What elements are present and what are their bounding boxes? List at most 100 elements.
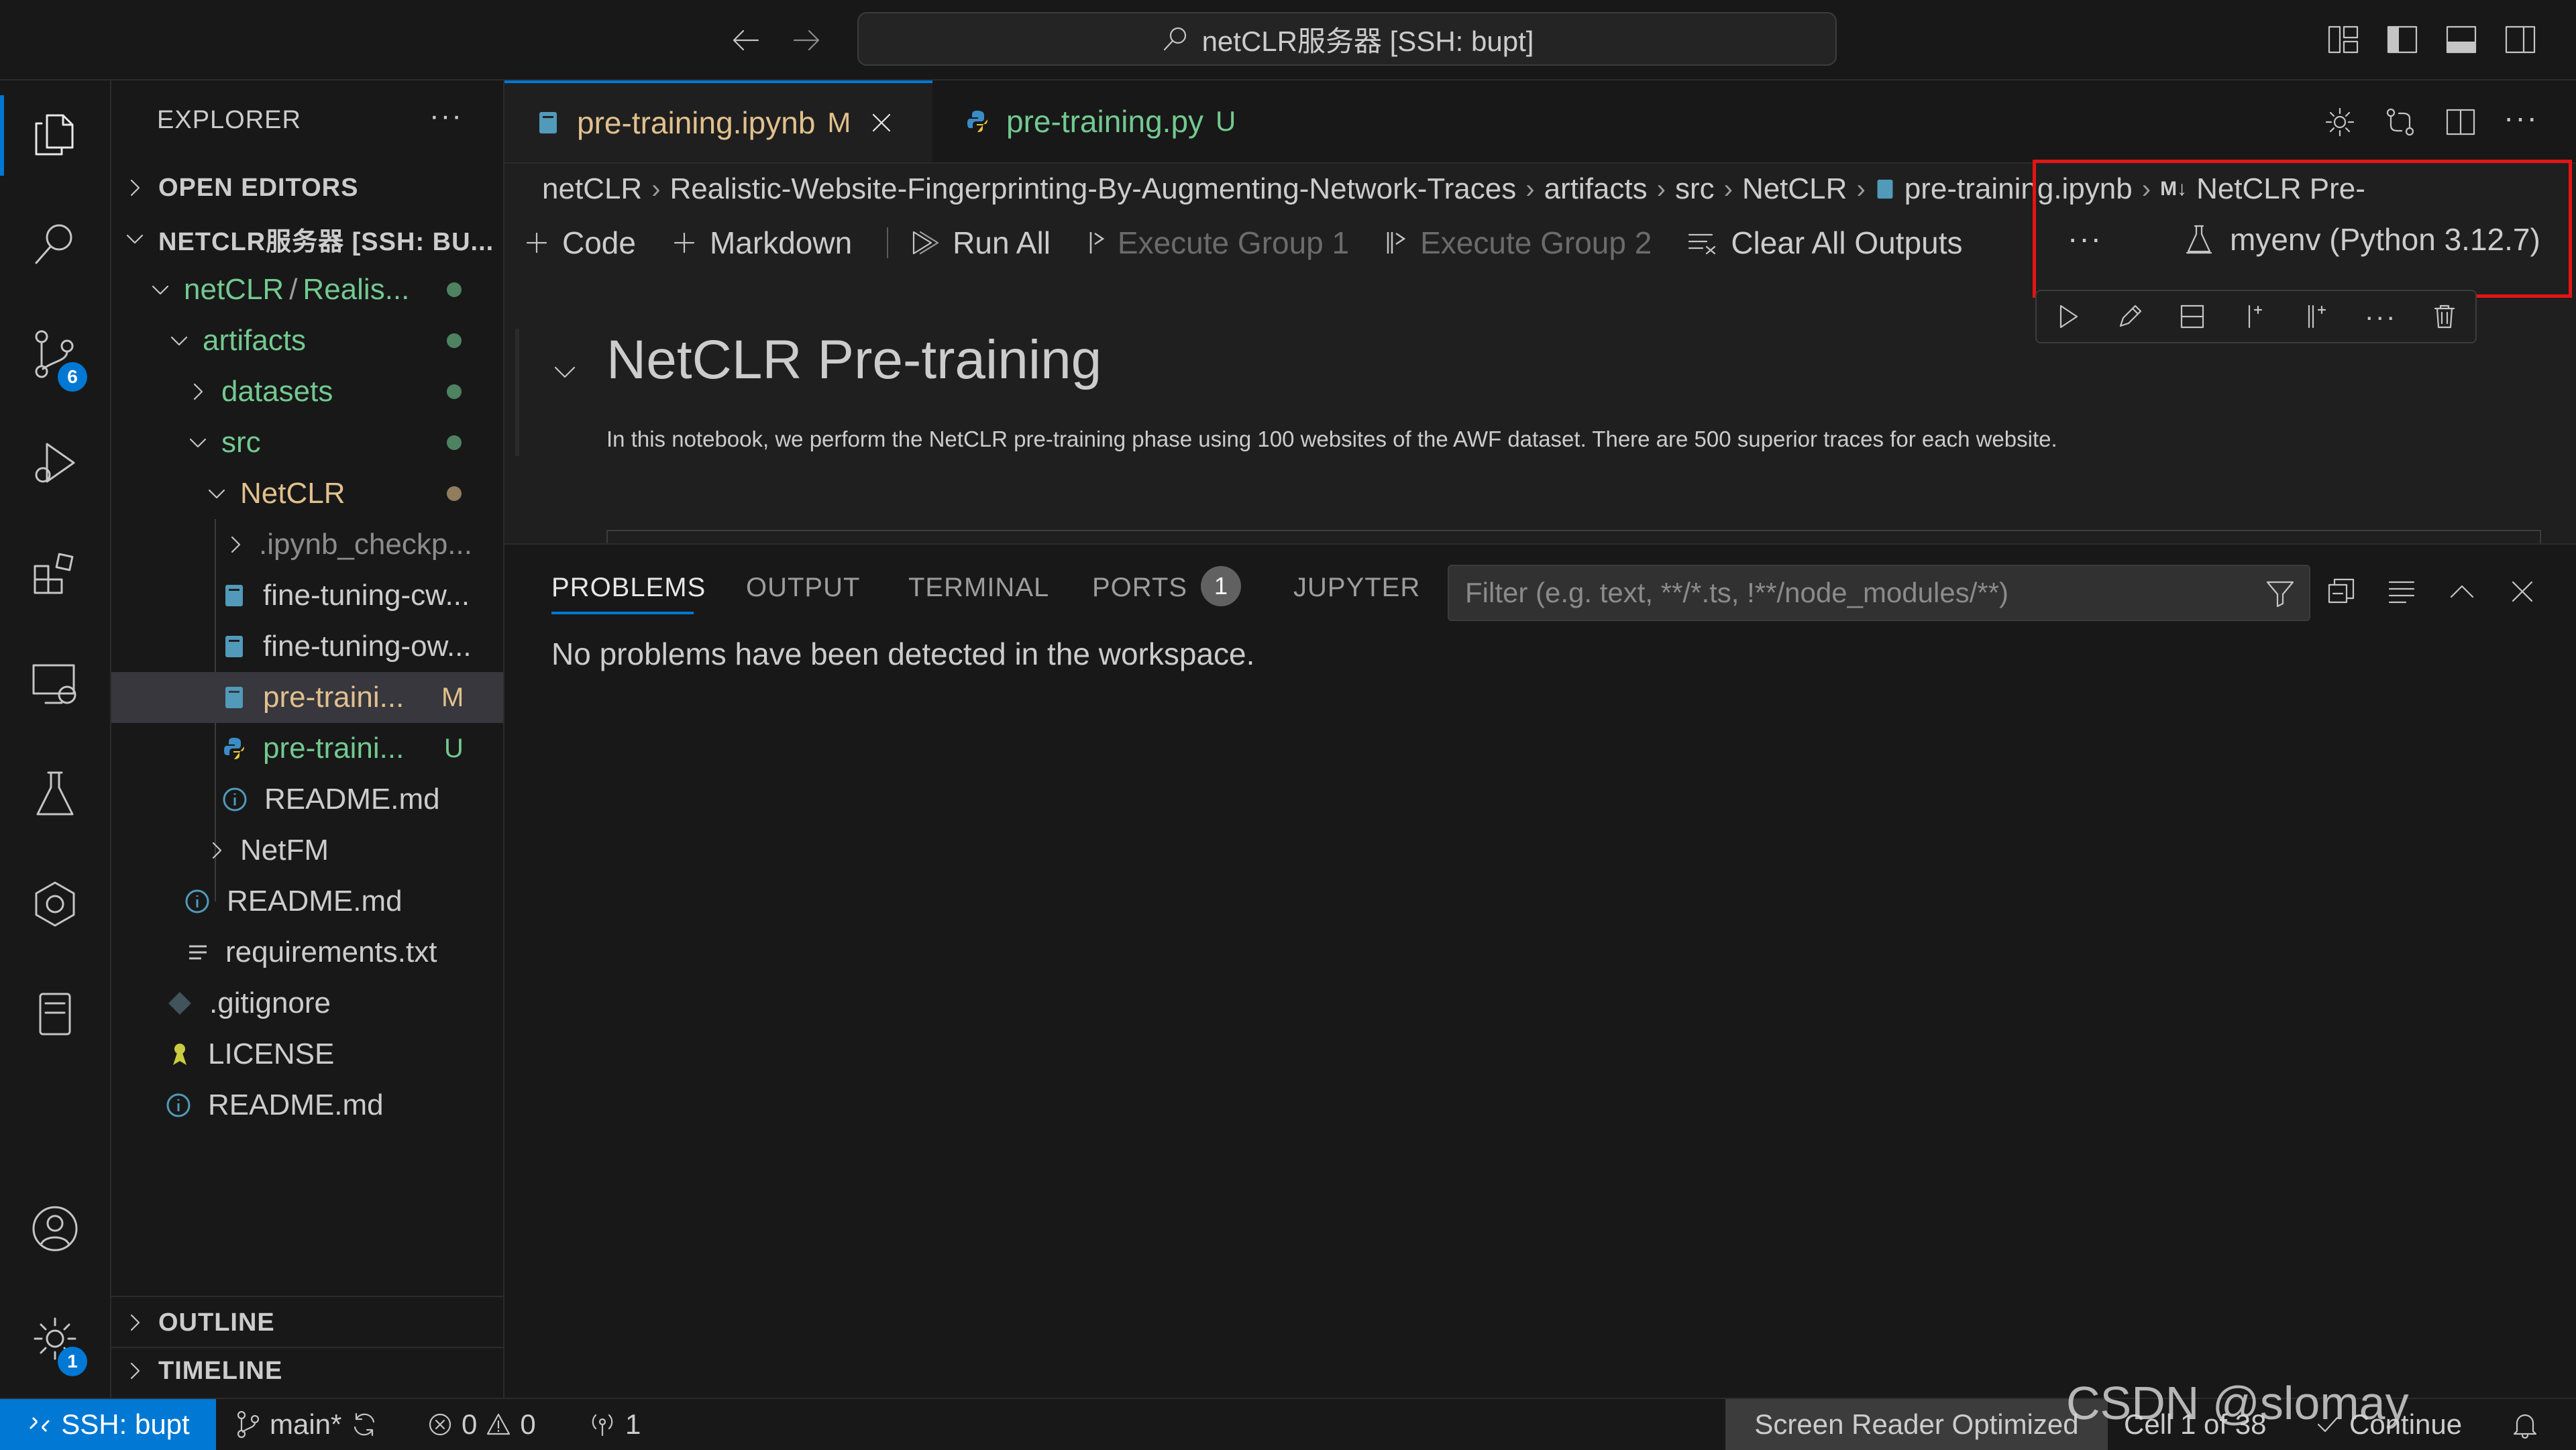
info-icon [184, 888, 211, 915]
git-status-dot [447, 282, 462, 297]
workspace-section[interactable]: NETCLR服务器 [SSH: BU... [111, 213, 503, 264]
tree-item-netclr-folder[interactable]: NetCLR [111, 468, 503, 519]
execute-below-icon[interactable] [2302, 302, 2332, 331]
execute-group-2-button[interactable]: Execute Group 2 [1384, 225, 1652, 261]
tree-item-checkpoints[interactable]: .ipynb_checkp... [111, 519, 503, 570]
account-icon[interactable] [15, 1188, 95, 1269]
tree-item-requirements[interactable]: requirements.txt [111, 927, 503, 978]
settings-gear-icon[interactable] [2322, 105, 2357, 140]
git-status-untracked: U [444, 733, 464, 763]
tree-item-label: requirements.txt [225, 936, 437, 968]
compare-changes-icon[interactable] [2383, 105, 2418, 140]
execute-above-icon[interactable] [2240, 302, 2269, 331]
tab-pre-training-py[interactable]: pre-training.py U [934, 80, 1269, 162]
close-panel-icon[interactable] [2506, 575, 2538, 608]
more-actions-icon[interactable]: ··· [2504, 99, 2538, 135]
add-code-button[interactable]: Code [523, 225, 636, 261]
run-debug-icon[interactable] [15, 424, 95, 504]
tree-item-artifacts[interactable]: artifacts [111, 315, 503, 366]
screen-reader-status[interactable]: Screen Reader Optimized [1725, 1399, 2108, 1450]
git-branch-status[interactable]: main* [235, 1399, 379, 1450]
extensions-icon[interactable] [15, 534, 95, 614]
toggle-secondary-sidebar-icon[interactable] [2502, 21, 2538, 58]
tree-item-readme-src[interactable]: README.md [111, 876, 503, 927]
warning-icon [485, 1411, 512, 1438]
search-icon[interactable] [15, 204, 95, 284]
tab-pre-training-ipynb[interactable]: pre-training.ipynb M [504, 80, 932, 162]
tree-item-datasets[interactable]: datasets [111, 366, 503, 417]
delete-cell-icon[interactable] [2430, 302, 2459, 331]
tree-item-pre-training-py[interactable]: pre-traini... U [111, 723, 503, 774]
remote-explorer-icon[interactable] [15, 644, 95, 724]
jupyter-icon[interactable] [15, 974, 95, 1054]
open-editors-section[interactable]: OPEN EDITORS [111, 162, 503, 213]
explorer-more-icon[interactable]: ··· [429, 99, 463, 133]
panel-tab-output[interactable]: OUTPUT [746, 573, 860, 603]
execute-group-1-button[interactable]: Execute Group 1 [1085, 225, 1349, 261]
toggle-primary-sidebar-icon[interactable] [2384, 21, 2420, 58]
panel-tab-ports[interactable]: PORTS [1092, 573, 1187, 603]
toggle-panel-icon[interactable] [2443, 21, 2479, 58]
tree-item-label: README.md [264, 783, 440, 816]
testing-icon[interactable] [15, 754, 95, 834]
tree-item-readme-netclr[interactable]: README.md [111, 774, 503, 825]
tree-item-pre-training-ipynb[interactable]: pre-traini... M [111, 672, 503, 723]
ports-badge: 1 [1201, 566, 1241, 606]
open-editors-label: OPEN EDITORS [158, 173, 359, 202]
command-center[interactable]: netCLR服务器 [SSH: bupt] [857, 12, 1837, 66]
view-as-list-icon[interactable] [2385, 575, 2418, 608]
panel-tab-terminal[interactable]: TERMINAL [908, 573, 1049, 603]
filter-icon[interactable] [2265, 578, 2296, 609]
split-editor-icon[interactable] [2443, 105, 2478, 140]
customize-layout-icon[interactable] [2325, 21, 2361, 58]
close-icon[interactable] [869, 111, 894, 135]
explorer-sidebar: EXPLORER ··· OPEN EDITORS NETCLR服务器 [SSH… [111, 80, 504, 1398]
breadcrumb-item[interactable]: artifacts [1544, 172, 1648, 206]
notebook-file-icon [537, 109, 559, 136]
add-markdown-button[interactable]: Markdown [671, 225, 852, 261]
tree-item-netclr[interactable]: netCLR / Realis... [111, 264, 503, 315]
tree-item-src[interactable]: src [111, 417, 503, 468]
breadcrumb-item[interactable]: src [1675, 172, 1715, 206]
back-arrow-icon[interactable] [729, 23, 763, 58]
forwarded-ports-status[interactable]: 1 [588, 1399, 641, 1450]
run-all-button[interactable]: Run All [908, 225, 1051, 261]
problems-status[interactable]: 0 0 [427, 1399, 536, 1450]
breadcrumb-item[interactable]: netCLR [542, 172, 642, 206]
copilot-icon[interactable] [15, 864, 95, 944]
tree-item-license[interactable]: LICENSE [111, 1029, 503, 1080]
cell-description[interactable]: In this notebook, we perform the NetCLR … [606, 427, 2057, 452]
filter-placeholder: Filter (e.g. text, **/*.ts, !**/node_mod… [1465, 577, 2009, 608]
collapse-cell-icon[interactable] [550, 357, 580, 386]
split-cell-icon[interactable] [2178, 302, 2207, 331]
problems-filter-input[interactable]: Filter (e.g. text, **/*.ts, !**/node_mod… [1448, 565, 2310, 621]
edit-cell-icon[interactable] [2115, 302, 2145, 331]
notifications-bell-icon[interactable] [2510, 1399, 2540, 1450]
remote-indicator[interactable]: SSH: bupt [0, 1399, 216, 1450]
cell-heading[interactable]: NetCLR Pre-training [606, 329, 1102, 392]
search-icon [1161, 24, 1190, 54]
git-status-dot [447, 486, 462, 501]
tree-item-netfm[interactable]: NetFM [111, 825, 503, 876]
cell-more-icon[interactable]: ··· [2365, 300, 2397, 333]
collapse-all-icon[interactable] [2325, 575, 2357, 608]
tree-item-fine-tuning-cw[interactable]: fine-tuning-cw... [111, 570, 503, 621]
git-status-modified: M [441, 682, 464, 712]
run-all-label: Run All [953, 225, 1051, 260]
chevron-down-icon [150, 280, 170, 300]
tree-item-readme-root[interactable]: README.md [111, 1080, 503, 1131]
tree-item-fine-tuning-ow[interactable]: fine-tuning-ow... [111, 621, 503, 672]
run-cell-icon[interactable] [2053, 302, 2082, 331]
breadcrumb-item[interactable]: Realistic-Website-Fingerprinting-By-Augm… [670, 172, 1517, 206]
outline-section[interactable]: OUTLINE [111, 1297, 503, 1348]
breadcrumb-item[interactable]: NetCLR [1742, 172, 1847, 206]
tree-item-gitignore[interactable]: .gitignore [111, 978, 503, 1029]
explorer-icon[interactable] [15, 94, 95, 174]
clear-all-outputs-button[interactable]: Clear All Outputs [1686, 225, 1963, 261]
maximize-panel-icon[interactable] [2446, 575, 2478, 608]
forward-arrow-icon[interactable] [789, 23, 824, 58]
panel-tab-jupyter[interactable]: JUPYTER [1293, 573, 1420, 603]
outline-label: OUTLINE [158, 1308, 275, 1337]
panel-tab-problems[interactable]: PROBLEMS [551, 573, 706, 603]
timeline-section[interactable]: TIMELINE [111, 1345, 503, 1396]
